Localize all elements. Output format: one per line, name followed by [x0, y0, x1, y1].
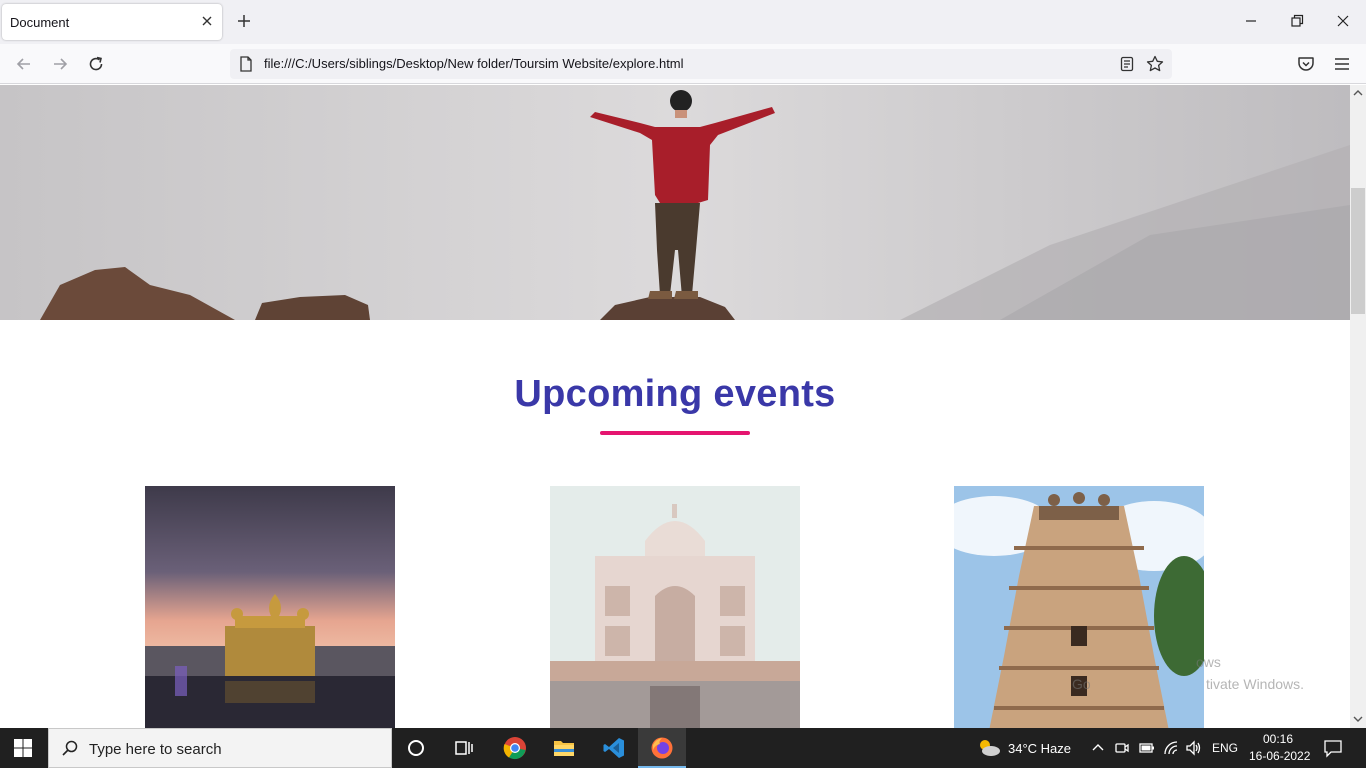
task-view-icon[interactable] [452, 736, 476, 760]
golden-temple-image[interactable] [145, 486, 395, 728]
language-indicator[interactable]: ENG [1212, 741, 1238, 755]
meet-now-icon[interactable] [1114, 740, 1130, 756]
pocket-icon[interactable] [1296, 54, 1316, 74]
watermark-line-3: tivate Windows. [1206, 676, 1305, 692]
restore-icon[interactable] [1289, 12, 1305, 30]
section-title: Upcoming events [514, 373, 836, 415]
show-hidden-icons-chevron-icon[interactable] [1090, 740, 1106, 756]
scroll-up-arrow-icon[interactable] [1353, 88, 1363, 98]
tab-bar: Document [0, 0, 1366, 44]
weather-text[interactable]: 34°C Haze [1008, 741, 1071, 756]
watermark-line-2: Go [1072, 676, 1091, 692]
address-bar[interactable]: file:///C:/Users/siblings/Desktop/New fo… [230, 49, 1172, 79]
page-viewport: Upcoming events ows Go tivate Windows. [0, 85, 1350, 728]
search-placeholder: Type here to search [89, 741, 222, 758]
reload-icon[interactable] [86, 54, 106, 74]
firefox-icon [651, 737, 673, 759]
minimize-icon[interactable] [1243, 12, 1259, 30]
chrome-icon[interactable] [503, 736, 527, 760]
new-tab-icon[interactable] [236, 13, 252, 29]
battery-icon[interactable] [1138, 740, 1156, 756]
scrollbar-thumb[interactable] [1351, 188, 1365, 314]
back-icon[interactable] [14, 54, 34, 74]
search-icon [62, 740, 78, 756]
cortana-icon[interactable] [404, 736, 428, 760]
clock-time[interactable]: 00:16 [1263, 732, 1293, 746]
notifications-icon[interactable] [1323, 738, 1343, 758]
firefox-taskbar-button[interactable] [638, 728, 686, 768]
clock-date[interactable]: 16-06-2022 [1249, 749, 1310, 763]
windows-start-icon[interactable] [13, 738, 33, 758]
volume-icon[interactable] [1185, 740, 1203, 756]
tab-document[interactable]: Document [2, 4, 222, 40]
wifi-icon[interactable] [1163, 740, 1181, 756]
reader-view-icon[interactable] [1120, 56, 1134, 72]
taskbar-search-box[interactable]: Type here to search [48, 728, 392, 768]
close-tab-icon[interactable] [200, 14, 214, 28]
forward-icon[interactable] [50, 54, 70, 74]
tab-title: Document [10, 14, 70, 30]
file-explorer-icon[interactable] [552, 736, 576, 760]
vertical-scrollbar[interactable] [1350, 85, 1366, 728]
weather-haze-icon[interactable] [976, 737, 1002, 759]
vscode-icon[interactable] [602, 736, 626, 760]
watermark-line-1: ows [1196, 654, 1221, 670]
navigation-toolbar: file:///C:/Users/siblings/Desktop/New fo… [0, 44, 1366, 84]
close-window-icon[interactable] [1335, 12, 1351, 30]
menu-icon[interactable] [1332, 54, 1352, 74]
page-icon [240, 56, 252, 72]
scroll-down-arrow-icon[interactable] [1353, 714, 1363, 724]
title-underline [600, 431, 750, 435]
windows-taskbar: Type here to search 34°C Haze ENG 00:16 … [0, 728, 1366, 768]
taj-mahal-image[interactable] [550, 486, 800, 728]
url-text[interactable]: file:///C:/Users/siblings/Desktop/New fo… [264, 56, 684, 71]
bookmark-star-icon[interactable] [1146, 55, 1164, 73]
hero-banner-image [0, 85, 1350, 320]
